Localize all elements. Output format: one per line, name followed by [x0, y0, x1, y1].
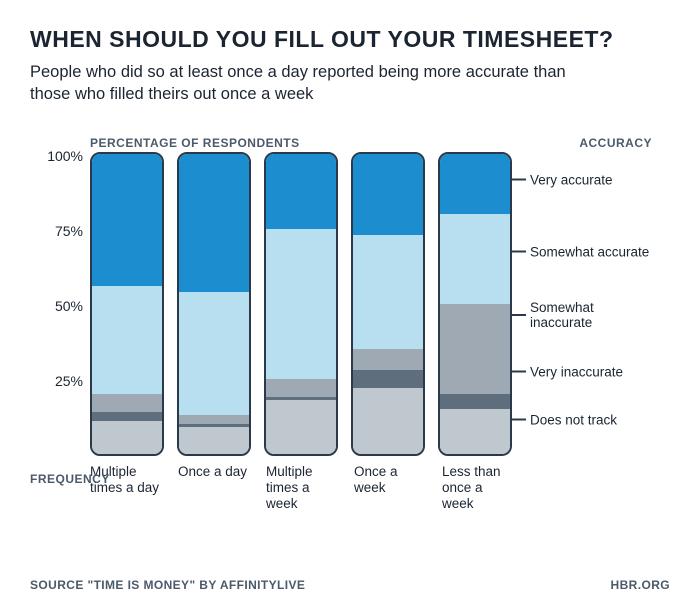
bar-segment [92, 154, 162, 286]
bar-segment [440, 304, 510, 394]
bar [90, 152, 164, 456]
bar-segment [92, 286, 162, 394]
legend-text: Very inaccurate [530, 364, 623, 379]
legend-text: Somewhat accurate [530, 244, 649, 259]
bar [264, 152, 338, 456]
bar-segment [353, 235, 423, 349]
bar-segment [92, 412, 162, 421]
legend-text: Very accurate [530, 172, 613, 187]
legend-text: Does not track [530, 412, 617, 427]
source: SOURCE "TIME IS MONEY" BY AFFINITYLIVE [30, 578, 305, 592]
bar-segment [179, 292, 249, 415]
legend-item: Does not track [512, 412, 652, 427]
bar-segment [440, 154, 510, 214]
bar-segment [353, 349, 423, 370]
legend-tick-icon [512, 371, 526, 373]
x-categories: Multiple times a dayOnce a dayMultiple t… [90, 464, 512, 513]
y-tick: 100% [47, 148, 83, 164]
legend-tick-icon [512, 419, 526, 421]
x-category: Multiple times a week [266, 464, 336, 513]
bar-segment [266, 229, 336, 379]
bar-segment [440, 394, 510, 409]
y-axis-label: Percentage of Respondents [90, 136, 300, 150]
legend-text: Somewhat inaccurate [530, 300, 652, 330]
bar-segment [179, 427, 249, 454]
bar-segment [266, 379, 336, 397]
legend: Very accurate Somewhat accurate Somewhat i… [512, 156, 652, 456]
legend-item: Very accurate [512, 172, 652, 187]
x-category: Less than once a week [442, 464, 512, 513]
bar-segment [266, 400, 336, 454]
bar-segment [353, 154, 423, 235]
bar [177, 152, 251, 456]
bar-segment [353, 370, 423, 388]
bars-container [90, 156, 512, 456]
bar-segment [266, 154, 336, 229]
bar-segment [92, 394, 162, 412]
site-credit: HBR.ORG [611, 578, 670, 592]
y-tick: 50% [55, 298, 83, 314]
bar-segment [179, 154, 249, 292]
x-category: Once a week [354, 464, 424, 513]
legend-tick-icon [512, 179, 526, 181]
bar-segment [440, 214, 510, 304]
bar [351, 152, 425, 456]
subtitle: People who did so at least once a day re… [30, 61, 590, 106]
bar-segment [353, 388, 423, 454]
legend-tick-icon [512, 251, 526, 253]
legend-item: Very inaccurate [512, 364, 652, 379]
x-axis-label: Frequency [30, 472, 110, 486]
legend-label: Accuracy [579, 136, 652, 150]
bar [438, 152, 512, 456]
legend-tick-icon [512, 314, 526, 316]
legend-item: Somewhat inaccurate [512, 300, 652, 330]
bar-segment [92, 421, 162, 454]
bar-segment [440, 409, 510, 454]
y-tick: 75% [55, 223, 83, 239]
y-axis: 100% 75% 50% 25% [30, 156, 85, 456]
y-tick: 25% [55, 373, 83, 389]
x-category: Once a day [178, 464, 248, 513]
page-title: WHEN SHOULD YOU FILL OUT YOUR TIMESHEET? [30, 26, 670, 53]
bar-segment [179, 415, 249, 424]
stacked-bar-chart: 100% 75% 50% 25% Very accurateSomewhat a… [90, 156, 652, 456]
legend-item: Somewhat accurate [512, 244, 652, 259]
